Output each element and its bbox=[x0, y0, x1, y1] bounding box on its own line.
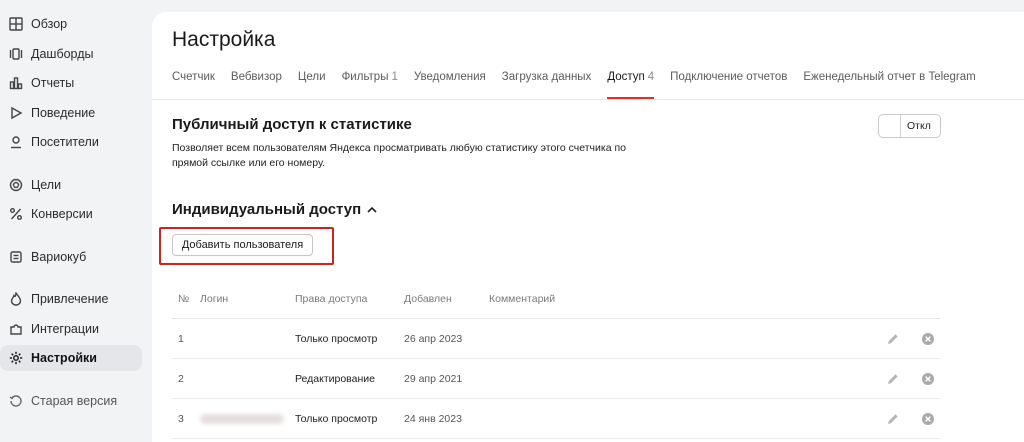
row-rights: Только просмотр bbox=[295, 333, 378, 345]
add-user-button[interactable]: Добавить пользователя bbox=[172, 234, 313, 256]
sidebar-item-label: Обзор bbox=[31, 17, 68, 31]
sidebar-item-settings[interactable]: Настройки bbox=[0, 345, 142, 371]
tab-data-upload[interactable]: Загрузка данных bbox=[502, 70, 592, 100]
chevron-up-icon bbox=[366, 204, 378, 216]
page-title: Настройка bbox=[172, 28, 276, 51]
tab-webvisor[interactable]: Вебвизор bbox=[231, 70, 282, 100]
delete-icon[interactable] bbox=[921, 372, 935, 386]
col-login: Логин bbox=[200, 293, 229, 305]
sidebar-item-label: Цели bbox=[31, 178, 62, 192]
sidebar-item-label: Поведение bbox=[31, 106, 96, 120]
table-header: № Логин Права доступа Добавлен Комментар… bbox=[172, 284, 940, 319]
tab-goals[interactable]: Цели bbox=[298, 70, 326, 100]
toggle-knob bbox=[879, 115, 901, 137]
edit-icon[interactable] bbox=[886, 412, 900, 426]
sidebar-item-overview[interactable]: Обзор bbox=[0, 11, 142, 37]
table-row: 3 Только просмотр 24 янв 2023 bbox=[172, 399, 940, 439]
public-access-description: Позволяет всем пользователям Яндекса про… bbox=[172, 142, 626, 169]
play-icon bbox=[8, 105, 24, 121]
flame-icon bbox=[8, 291, 24, 307]
gear-icon bbox=[8, 350, 24, 366]
tabs-divider bbox=[152, 99, 1024, 100]
sidebar-item-label: Вариокуб bbox=[31, 250, 87, 264]
row-num: 3 bbox=[178, 413, 184, 425]
settings-tabs: Счетчик Вебвизор Цели Фильтры 1 Уведомлен… bbox=[172, 70, 992, 100]
toggle-label: Откл bbox=[907, 120, 931, 132]
sidebar-item-label: Интеграции bbox=[31, 322, 100, 336]
percent-icon bbox=[8, 206, 24, 222]
sidebar-item-dashboards[interactable]: Дашборды bbox=[0, 41, 142, 67]
sidebar-item-conversions[interactable]: Конверсии bbox=[0, 201, 142, 227]
sidebar-item-label: Посетители bbox=[31, 135, 99, 149]
sidebar-item-behavior[interactable]: Поведение bbox=[0, 100, 142, 126]
tab-notifications[interactable]: Уведомления bbox=[414, 70, 486, 100]
tab-report-connection[interactable]: Подключение отчетов bbox=[670, 70, 787, 100]
row-num: 1 bbox=[178, 333, 184, 345]
grid-icon bbox=[8, 16, 24, 32]
row-rights: Редактирование bbox=[295, 373, 375, 385]
main-panel: Настройка Счетчик Вебвизор Цели Фильтры 1… bbox=[152, 12, 1024, 442]
public-access-title: Публичный доступ к статистике bbox=[172, 116, 412, 133]
sidebar-item-integrations[interactable]: Интеграции bbox=[0, 316, 142, 342]
sidebar-item-label: Отчеты bbox=[31, 76, 75, 90]
public-access-toggle[interactable]: Откл bbox=[878, 114, 941, 138]
col-rights: Права доступа bbox=[295, 293, 368, 305]
target-icon bbox=[8, 177, 24, 193]
individual-access-title: Индивидуальный доступ bbox=[172, 201, 362, 218]
delete-icon[interactable] bbox=[921, 332, 935, 346]
edit-icon[interactable] bbox=[886, 372, 900, 386]
user-icon bbox=[8, 134, 24, 150]
col-num: № bbox=[178, 293, 190, 305]
table-row: 1 Только просмотр 26 апр 2023 bbox=[172, 319, 940, 359]
sidebar-item-label: Настройки bbox=[31, 351, 97, 365]
sidebar-item-acquisition[interactable]: Привлечение bbox=[0, 286, 142, 312]
sidebar-item-reports[interactable]: Отчеты bbox=[0, 70, 142, 96]
sidebar-item-label: Привлечение bbox=[31, 292, 109, 306]
tab-access[interactable]: Доступ 4 bbox=[607, 70, 654, 100]
row-added: 24 янв 2023 bbox=[404, 413, 462, 425]
history-icon bbox=[8, 393, 24, 409]
individual-access-header[interactable]: Индивидуальный доступ bbox=[172, 201, 378, 218]
sidebar-item-variocube[interactable]: Вариокуб bbox=[0, 244, 142, 270]
row-num: 2 bbox=[178, 373, 184, 385]
table-row: 2 Редактирование 29 апр 2021 bbox=[172, 359, 940, 399]
row-rights: Только просмотр bbox=[295, 413, 378, 425]
sidebar-item-goals[interactable]: Цели bbox=[0, 172, 142, 198]
access-table: № Логин Права доступа Добавлен Комментар… bbox=[172, 284, 940, 439]
delete-icon[interactable] bbox=[921, 412, 935, 426]
redacted-login bbox=[200, 414, 284, 424]
sidebar-item-old-version[interactable]: Старая версия bbox=[0, 388, 142, 414]
col-comment: Комментарий bbox=[489, 293, 556, 305]
sidebar-item-label: Дашборды bbox=[31, 47, 94, 61]
sidebar: Обзор Дашборды Отчеты Поведение Посетите… bbox=[0, 0, 150, 442]
cube-icon bbox=[8, 249, 24, 265]
tab-count: 1 bbox=[391, 71, 398, 83]
dashboards-icon bbox=[8, 46, 24, 62]
row-added: 29 апр 2021 bbox=[404, 373, 463, 385]
row-added: 26 апр 2023 bbox=[404, 333, 463, 345]
sidebar-item-label: Конверсии bbox=[31, 207, 93, 221]
sidebar-item-label: Старая версия bbox=[31, 394, 118, 408]
sidebar-item-visitors[interactable]: Посетители bbox=[0, 129, 142, 155]
puzzle-icon bbox=[8, 321, 24, 337]
bar-chart-icon bbox=[8, 75, 24, 91]
tab-weekly-telegram[interactable]: Еженедельный отчет в Telegram bbox=[803, 70, 975, 100]
tab-counter[interactable]: Счетчик bbox=[172, 70, 215, 100]
tab-count: 4 bbox=[647, 71, 655, 83]
col-added: Добавлен bbox=[404, 293, 452, 305]
edit-icon[interactable] bbox=[886, 332, 900, 346]
tab-filters[interactable]: Фильтры 1 bbox=[342, 70, 398, 100]
